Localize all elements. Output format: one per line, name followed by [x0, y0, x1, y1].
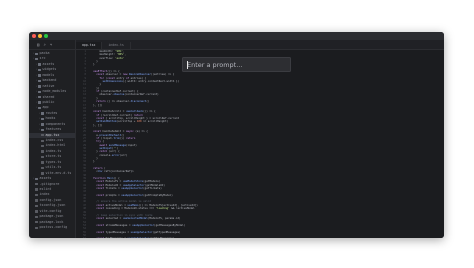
folder-icon — [41, 123, 44, 126]
file-tree: › packa › src › assets › widgets › models › backend… — [29, 50, 75, 230]
editor-tab[interactable]: index.ts — [102, 42, 131, 49]
file-icon — [35, 188, 38, 191]
code-lines: maxWidth: '90%', maxHeight: '90%', overf… — [90, 50, 440, 238]
editor-tab[interactable]: app.tsx — [76, 42, 103, 49]
file-icon — [41, 139, 44, 142]
line-number-gutter: 1 2 3 4 5 6 7 8 9 10 11 12 13 14 15 16 17 18 19 20 21 22 23 24 2… — [76, 50, 88, 238]
file-icon — [41, 172, 44, 175]
text-caret — [187, 61, 188, 69]
search-icon[interactable]: ⌕ — [43, 42, 45, 47]
folder-icon — [35, 177, 38, 180]
prompt-box[interactable] — [182, 57, 291, 72]
folder-icon — [38, 63, 41, 66]
file-icon — [35, 221, 38, 224]
file-icon — [35, 226, 38, 229]
folder-icon — [41, 117, 44, 121]
folder-icon — [35, 57, 38, 61]
title-bar — [29, 32, 444, 40]
file-icon — [35, 215, 38, 219]
folder-icon — [38, 90, 41, 93]
file-icon — [41, 155, 44, 159]
folder-icon — [38, 79, 41, 83]
folder-icon — [41, 112, 44, 115]
line-number: 57 — [76, 237, 88, 238]
file-icon — [35, 210, 38, 213]
minimize-window-button[interactable] — [38, 34, 42, 38]
file-icon — [35, 199, 38, 202]
files-icon[interactable]: ▤ — [37, 42, 39, 47]
sidebar-toolbar: ▤ ⌕ ⑂ — [29, 40, 75, 50]
tree-item-label: postcss.config — [39, 225, 68, 229]
git-icon[interactable]: ⑂ — [50, 42, 52, 47]
code-area[interactable]: 1 2 3 4 5 6 7 8 9 10 11 12 13 14 15 16 17 18 19 20 21 22 23 24 2… — [76, 50, 444, 238]
folder-icon — [38, 106, 41, 110]
folder-icon — [35, 52, 38, 55]
file-icon — [41, 134, 44, 137]
file-item[interactable]: postcss.config — [29, 225, 75, 230]
file-icon — [35, 193, 38, 197]
file-icon — [41, 144, 44, 148]
folder-icon — [38, 101, 41, 104]
file-icon — [35, 204, 38, 208]
folder-icon — [38, 96, 41, 99]
prompt-input[interactable] — [187, 60, 290, 69]
close-window-button[interactable] — [32, 34, 36, 38]
file-icon — [41, 150, 44, 153]
file-icon — [41, 166, 44, 170]
file-icon — [41, 161, 44, 164]
file-explorer-sidebar: ▤ ⌕ ⑂ › packa › src › assets › widgets › models › b… — [29, 40, 76, 238]
folder-icon — [38, 85, 41, 88]
folder-icon — [41, 128, 44, 132]
code-line: const RawMessages = useAppSelector(getRa… — [90, 237, 440, 238]
zoom-window-button[interactable] — [44, 34, 48, 38]
folder-icon — [38, 74, 41, 77]
file-icon — [35, 183, 38, 186]
folder-icon — [38, 68, 41, 72]
editor-tab-bar: app.tsx index.ts — [76, 40, 444, 50]
